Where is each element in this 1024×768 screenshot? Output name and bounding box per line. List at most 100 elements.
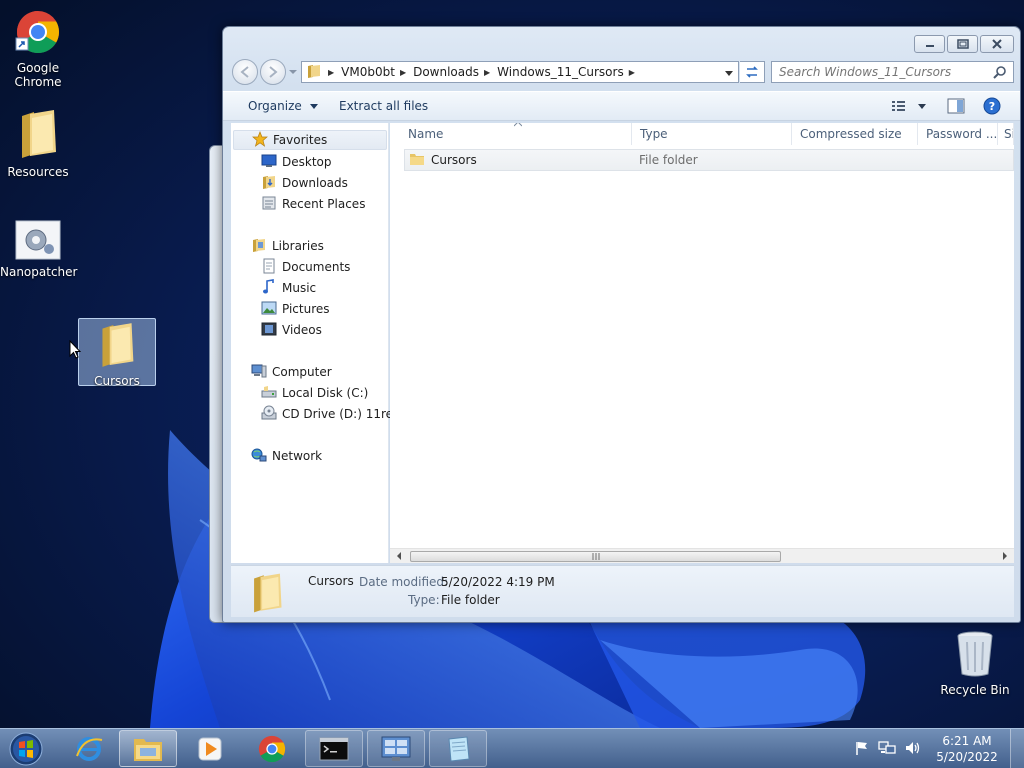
sort-ascending-icon — [514, 123, 522, 127]
breadcrumb-separator-icon[interactable]: ▶ — [484, 68, 490, 77]
nav-local-disk-label: Local Disk (C:) — [282, 386, 369, 400]
videos-icon — [261, 321, 277, 340]
maximize-button[interactable] — [947, 35, 978, 53]
desktop-icon-resources[interactable]: Resources — [0, 108, 76, 179]
search-box[interactable] — [771, 61, 1014, 83]
nav-recent-places[interactable]: Recent Places — [261, 194, 365, 214]
control-panel-icon — [381, 736, 411, 761]
search-icon[interactable] — [993, 65, 1007, 79]
desktop-icon — [261, 154, 277, 171]
breadcrumb-separator-icon[interactable]: ▶ — [400, 68, 406, 77]
column-header-password[interactable]: Password ... — [918, 123, 998, 145]
nav-videos[interactable]: Videos — [261, 320, 322, 340]
breadcrumb-downloads[interactable]: Downloads — [413, 65, 479, 79]
column-header-name[interactable]: Name — [400, 123, 632, 145]
row-name: Cursors — [431, 153, 477, 167]
breadcrumb-separator-icon[interactable]: ▶ — [629, 68, 635, 77]
command-bar: Organize Extract all files ? — [223, 91, 1020, 121]
taskbar-notepad[interactable] — [429, 730, 487, 767]
folder-icon — [409, 151, 425, 170]
scroll-left-icon[interactable] — [395, 551, 403, 561]
nav-documents[interactable]: Documents — [261, 257, 350, 277]
nav-desktop[interactable]: Desktop — [261, 152, 332, 172]
recent-places-icon — [261, 195, 277, 214]
notepad-icon — [448, 735, 470, 762]
local-disk-icon — [261, 384, 277, 403]
start-button[interactable] — [6, 730, 46, 768]
preview-pane-icon — [947, 98, 965, 114]
desktop-icon-label: Google Chrome — [14, 61, 62, 89]
minimize-button[interactable] — [914, 35, 945, 53]
media-player-icon — [198, 737, 222, 760]
breadcrumb-windows-11-cursors[interactable]: Windows_11_Cursors — [497, 65, 624, 79]
scroll-right-icon[interactable] — [1001, 551, 1009, 561]
change-view-button[interactable] — [891, 99, 927, 116]
desktop-icon-label: Resources — [7, 165, 69, 179]
address-dropdown-icon[interactable] — [724, 67, 734, 81]
show-desktop-button[interactable] — [1010, 729, 1024, 768]
desktop-icon-label: Recycle Bin — [940, 683, 1010, 697]
help-button[interactable]: ? — [983, 97, 1001, 118]
search-input[interactable] — [779, 65, 989, 79]
column-header-type[interactable]: Type — [632, 123, 792, 145]
grip-icon — [592, 553, 600, 560]
extract-all-files-button[interactable]: Extract all files — [339, 99, 428, 113]
desktop-icon-nanopatcher[interactable]: Nanopatcher — [0, 220, 77, 279]
network-icon — [251, 447, 267, 466]
clock-date: 5/20/2022 — [936, 750, 998, 764]
column-password-label: Password ... — [926, 127, 998, 141]
nav-documents-label: Documents — [282, 260, 351, 274]
close-button[interactable] — [980, 35, 1014, 53]
documents-icon — [261, 258, 277, 277]
taskbar-internet-explorer[interactable] — [60, 730, 118, 767]
nav-computer[interactable]: Computer — [251, 362, 332, 382]
caption-buttons — [914, 35, 1014, 53]
breadcrumb-separator-icon[interactable]: ▶ — [328, 68, 334, 77]
taskbar-file-explorer[interactable] — [119, 730, 177, 767]
breadcrumb-vm0b0bt[interactable]: VM0b0bt — [341, 65, 395, 79]
row-type: File folder — [639, 153, 698, 167]
column-header-compressed-size[interactable]: Compressed size — [792, 123, 918, 145]
forward-arrow-icon — [269, 66, 278, 78]
details-pane: Cursors Date modified: 5/20/2022 4:19 PM… — [231, 565, 1014, 617]
nav-pictures[interactable]: Pictures — [261, 299, 330, 319]
column-header-size[interactable]: Si — [998, 123, 1014, 145]
desktop-icon-cursors[interactable]: Cursors — [78, 318, 156, 388]
organize-button[interactable]: Organize — [248, 99, 318, 113]
taskbar-chrome[interactable] — [243, 730, 301, 767]
nav-network[interactable]: Network — [251, 446, 322, 466]
refresh-button[interactable] — [740, 61, 765, 83]
nav-local-disk[interactable]: Local Disk (C:) — [261, 383, 368, 403]
preview-pane-button[interactable] — [947, 98, 965, 117]
back-button[interactable] — [232, 59, 258, 85]
column-size-label: Si — [1004, 127, 1014, 141]
pictures-icon — [261, 300, 277, 319]
nav-cd-drive[interactable]: CD Drive (D:) 11res — [261, 404, 399, 424]
action-center-flag-icon[interactable] — [854, 740, 870, 759]
taskbar-command-prompt[interactable] — [305, 730, 363, 767]
address-bar[interactable]: ▶ VM0b0bt ▶ Downloads ▶ Windows_11_Curso… — [301, 61, 739, 83]
chrome-icon — [0, 8, 76, 59]
table-row[interactable]: Cursors File folder — [404, 149, 1014, 171]
recent-pages-dropdown-icon[interactable] — [289, 68, 297, 76]
details-date-value: 5/20/2022 4:19 PM — [441, 575, 555, 589]
column-name-label: Name — [408, 127, 444, 141]
taskbar-media-player[interactable] — [181, 730, 239, 767]
volume-icon[interactable] — [904, 740, 922, 759]
desktop-icon-recycle-bin[interactable]: Recycle Bin — [937, 630, 1013, 697]
nav-favorites[interactable]: Favorites — [233, 130, 387, 150]
nav-downloads[interactable]: Downloads — [261, 173, 348, 193]
network-tray-icon[interactable] — [878, 740, 896, 759]
nav-libraries[interactable]: Libraries — [251, 236, 324, 256]
refresh-icon — [746, 66, 758, 78]
scrollbar-thumb[interactable] — [410, 551, 781, 562]
svg-text:?: ? — [989, 100, 995, 113]
desktop-icon-chrome[interactable]: Google Chrome — [0, 8, 76, 89]
taskbar-control-panel[interactable] — [367, 730, 425, 767]
forward-button[interactable] — [260, 59, 286, 85]
horizontal-scrollbar[interactable] — [390, 548, 1014, 563]
clock[interactable]: 6:21 AM 5/20/2022 — [934, 733, 1000, 765]
explorer-window: ▶ VM0b0bt ▶ Downloads ▶ Windows_11_Curso… — [222, 26, 1021, 623]
nav-music[interactable]: Music — [261, 278, 316, 298]
command-prompt-icon — [319, 737, 349, 760]
